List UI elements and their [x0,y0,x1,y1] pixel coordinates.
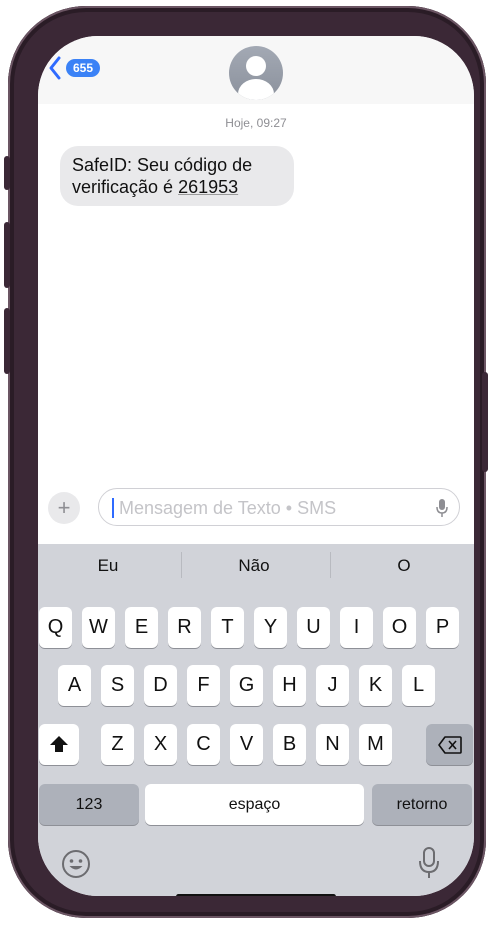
key-l[interactable]: L [402,665,435,706]
back-button[interactable]: 655 [48,56,101,80]
key-o[interactable]: O [383,607,416,648]
add-attachment-button[interactable]: + [48,492,80,524]
key-f[interactable]: F [187,665,220,706]
delete-key[interactable] [426,724,473,765]
key-n[interactable]: N [316,724,349,765]
dictation-mic-icon[interactable] [435,498,449,518]
key-x[interactable]: X [144,724,177,765]
key-e[interactable]: E [125,607,158,648]
home-indicator [176,894,336,896]
message-input-field[interactable] [98,488,460,527]
phone-screen: 655 Hoje, 09:27 SafeID: Seu código de ve… [38,36,474,896]
suggestion-divider [181,552,182,578]
message-timestamp: Hoje, 09:27 [225,116,287,130]
key-t[interactable]: T [211,607,244,648]
message-input[interactable] [117,489,421,527]
key-g[interactable]: G [230,665,263,706]
volume-down-button [4,308,10,374]
unread-count-badge: 655 [66,59,101,77]
shift-arrow-icon [50,736,68,752]
key-i[interactable]: I [340,607,373,648]
key-u[interactable]: U [297,607,330,648]
return-key[interactable]: retorno [372,784,472,825]
key-w[interactable]: W [82,607,115,648]
key-j[interactable]: J [316,665,349,706]
contact-avatar[interactable] [229,46,283,100]
key-a[interactable]: A [58,665,91,706]
key-q[interactable]: Q [39,607,72,648]
key-s[interactable]: S [101,665,134,706]
power-button [482,372,488,472]
incoming-message-bubble: SafeID: Seu código de verificação é 2619… [60,146,294,206]
suggestion-item[interactable]: Não [184,556,324,576]
key-z[interactable]: Z [101,724,134,765]
avatar-head [246,56,266,76]
suggestion-bar: Eu Não O [38,544,474,588]
keyboard: Eu Não O Q W E R T Y U I O P A S D F G H… [38,544,474,896]
chevron-left-icon [49,56,61,80]
key-m[interactable]: M [359,724,392,765]
key-k[interactable]: K [359,665,392,706]
numbers-key[interactable]: 123 [39,784,139,825]
key-b[interactable]: B [273,724,306,765]
dictation-mic-icon[interactable] [417,846,441,880]
suggestion-item[interactable]: Eu [38,556,178,576]
avatar-shoulders [238,79,274,100]
conversation-header: 655 [38,36,474,104]
suggestion-item[interactable]: O [334,556,474,576]
key-p[interactable]: P [426,607,459,648]
space-key[interactable]: espaço [145,784,364,825]
key-r[interactable]: R [168,607,201,648]
key-h[interactable]: H [273,665,306,706]
volume-up-button [4,222,10,288]
silent-switch [4,156,10,190]
backspace-icon [437,736,462,754]
suggestion-divider [330,552,331,578]
key-y[interactable]: Y [254,607,287,648]
key-v[interactable]: V [230,724,263,765]
text-cursor [112,498,114,518]
key-d[interactable]: D [144,665,177,706]
emoji-icon[interactable] [60,848,92,880]
key-c[interactable]: C [187,724,220,765]
verification-code[interactable]: 261953 [178,177,238,197]
shift-key[interactable] [39,724,79,765]
